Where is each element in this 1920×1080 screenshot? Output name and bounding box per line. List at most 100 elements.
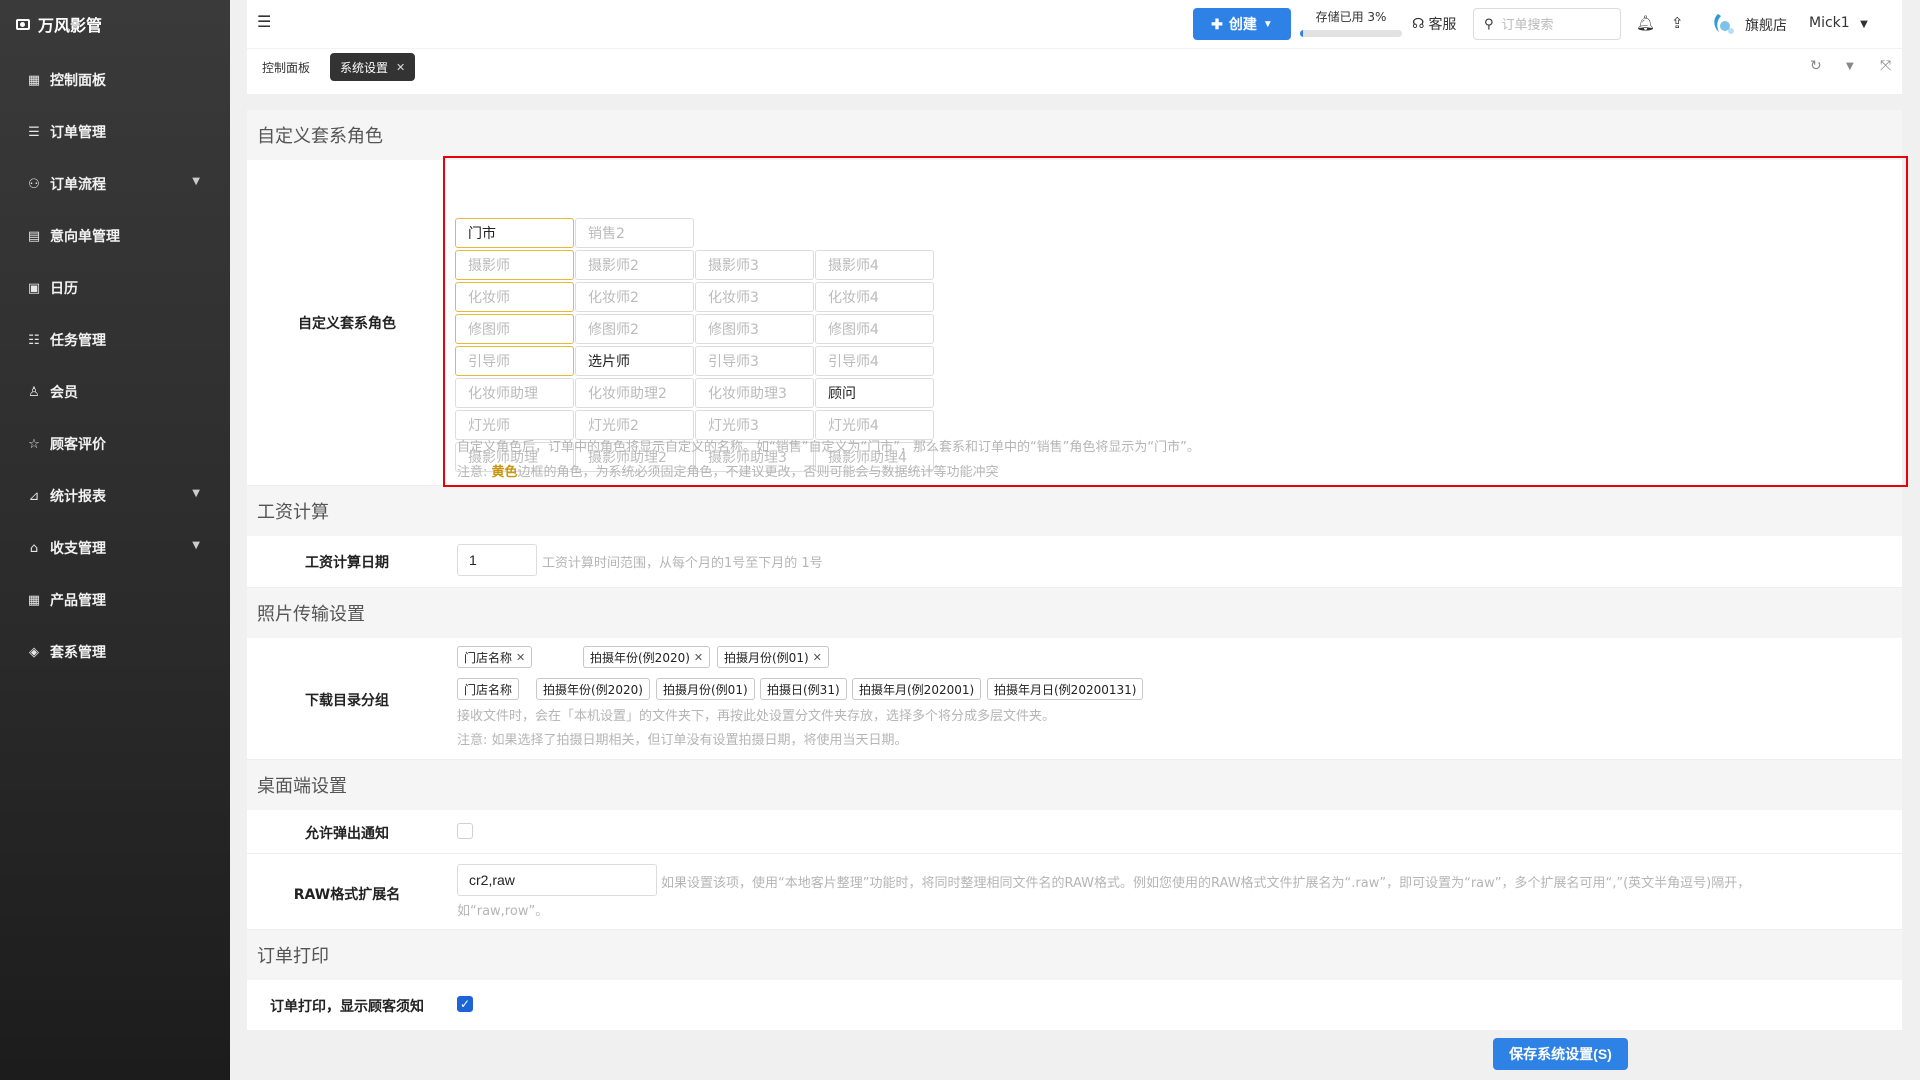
sidebar-item[interactable]: ☆ 顾客评价 (0, 418, 230, 470)
create-label: 创建 (1228, 16, 1257, 32)
chevron-down-icon: ▼ (192, 488, 200, 499)
sidebar-item[interactable]: ▦ 控制面板 (0, 54, 230, 106)
chevron-down-icon: ▼ (192, 176, 200, 187)
sidebar-item-label: 任务管理 (50, 333, 106, 349)
option-tag[interactable]: 拍摄年份(例2020) (536, 678, 650, 700)
plus-icon: ✚ (1211, 15, 1223, 32)
role-input[interactable]: 修图师3 (695, 314, 814, 344)
salary-hint: 工资计算时间范围，从每个月的1号至下月的 1号 (542, 556, 823, 571)
option-tag[interactable]: 门店名称 (457, 678, 520, 700)
order-search[interactable]: ⚲ (1473, 8, 1621, 40)
print-notice-checkbox[interactable]: ✓ (457, 996, 473, 1012)
raw-row: RAW格式扩展名 如果设置该项，使用“本地客片整理”功能时，将同时整理相同文件名… (247, 854, 1902, 930)
tab-system-settings[interactable]: 系统设置 ✕ (330, 53, 416, 81)
storage-label: 存储已用 3% (1315, 10, 1387, 24)
close-icon[interactable]: ✕ (396, 61, 405, 74)
tab-dashboard[interactable]: 控制面板 (252, 53, 320, 81)
role-input[interactable]: 顾问 (815, 378, 934, 408)
selected-tag[interactable]: 拍摄月份(例01) ✕ (717, 646, 829, 668)
document-icon: ▤ (27, 228, 41, 244)
salary-label: 工资计算日期 (305, 555, 389, 571)
settings-content: 自定义套系角色 自定义套系角色 门市 销售2 摄影师 摄影师2 摄影师3 摄影师4 化妆师化… (247, 110, 1902, 1030)
role-input[interactable]: 化妆师 (455, 282, 574, 312)
popup-row: 允许弹出通知 (247, 810, 1902, 854)
role-input[interactable]: 化妆师助理2 (575, 378, 694, 408)
role-input[interactable]: 摄影师2 (575, 250, 694, 280)
role-input[interactable]: 销售2 (575, 218, 694, 248)
storage-bar (1300, 30, 1402, 37)
role-input[interactable]: 修图师 (455, 314, 574, 344)
store-name[interactable]: 旗舰店 (1745, 15, 1787, 35)
roles-label: 自定义套系角色 (298, 316, 396, 332)
raw-hint-example: 如“raw,row”。 (457, 904, 549, 919)
refresh-icon[interactable]: ↻ (1810, 58, 1822, 74)
role-input[interactable]: 修图师2 (575, 314, 694, 344)
selected-tag[interactable]: 门店名称 ✕ (457, 646, 533, 668)
role-input[interactable]: 引导师 (455, 346, 574, 376)
star-icon: ☆ (28, 436, 40, 452)
popup-checkbox[interactable] (457, 823, 473, 839)
tab-bar: 控制面板 系统设置 ✕ ↻ ▼ ⤧ (247, 48, 1902, 94)
role-input[interactable]: 化妆师助理 (455, 378, 574, 408)
sidebar-item[interactable]: ♙ 会员 (0, 366, 230, 418)
flow-icon: ⚇ (28, 176, 40, 192)
sidebar-item[interactable]: ⌂ 收支管理 ▼ (0, 522, 230, 574)
sidebar-item-label: 控制面板 (50, 73, 106, 89)
brand[interactable]: 万风影管 (0, 0, 230, 48)
create-button[interactable]: ✚ 创建 ▼ (1193, 8, 1291, 40)
role-input[interactable]: 化妆师3 (695, 282, 814, 312)
raw-extension-input[interactable] (457, 864, 657, 896)
menu-toggle-icon[interactable]: ☰ (257, 14, 273, 30)
option-tag[interactable]: 拍摄月份(例01) (656, 678, 755, 700)
sidebar-item-label: 意向单管理 (50, 229, 120, 245)
bell-icon[interactable]: 🔔︎ (1636, 14, 1655, 32)
close-icon[interactable]: ✕ (694, 651, 703, 664)
store-logo (1714, 14, 1734, 34)
salary-date-input[interactable] (457, 544, 537, 576)
role-input[interactable]: 修图师4 (815, 314, 934, 344)
role-input[interactable]: 化妆师4 (815, 282, 934, 312)
user-menu[interactable]: Mick1 ▼ (1809, 15, 1868, 31)
role-input[interactable]: 引导师3 (695, 346, 814, 376)
sidebar-item[interactable]: ⊿ 统计报表 ▼ (0, 470, 230, 522)
role-input[interactable]: 摄影师4 (815, 250, 934, 280)
support-link[interactable]: ☊ 客服 (1412, 14, 1456, 34)
sidebar-item-label: 产品管理 (50, 593, 106, 609)
fullscreen-icon[interactable]: ⤧ (1880, 58, 1891, 74)
storage-fill (1300, 30, 1304, 37)
user-icon: ♙ (28, 384, 40, 400)
selected-tag[interactable]: 拍摄年份(例2020) ✕ (583, 646, 711, 668)
sidebar-item[interactable]: ⚇ 订单流程 ▼ (0, 158, 230, 210)
option-tag[interactable]: 拍摄年月(例202001) (852, 678, 982, 700)
photo-row: 下载目录分组 门店名称 ✕ 拍摄年份(例2020) ✕ 拍摄月份(例01) ✕ 门店名称拍… (247, 638, 1902, 760)
upload-icon[interactable]: ⇪ (1671, 14, 1684, 32)
close-icon[interactable]: ✕ (516, 651, 525, 664)
roles-hint: 自定义角色后，订单中的角色将显示自定义的名称。如“销售”自定义为“门市”，那么套… (457, 440, 1200, 455)
sidebar-item[interactable]: ☰ 订单管理 (0, 106, 230, 158)
sidebar-item[interactable]: ▣ 日历 (0, 262, 230, 314)
chevron-down-icon: ▼ (1262, 18, 1273, 30)
grid-icon: ▦ (27, 72, 41, 88)
option-tag[interactable]: 拍摄年月日(例20200131) (987, 678, 1144, 700)
role-input[interactable]: 摄影师 (455, 250, 574, 280)
sidebar-item[interactable]: ◈ 套系管理 (0, 626, 230, 678)
option-tag[interactable]: 拍摄日(例31) (760, 678, 847, 700)
role-input[interactable]: 引导师4 (815, 346, 934, 376)
chart-icon: ⊿ (28, 488, 40, 504)
role-input[interactable]: 摄影师3 (695, 250, 814, 280)
sidebar-item[interactable]: ▤ 意向单管理 (0, 210, 230, 262)
role-input[interactable]: 化妆师助理3 (695, 378, 814, 408)
sidebar-item[interactable]: ☷ 任务管理 (0, 314, 230, 366)
sidebar-item-label: 订单管理 (50, 125, 106, 141)
sidebar-item[interactable]: ▦ 产品管理 (0, 574, 230, 626)
role-input[interactable]: 门市 (455, 218, 574, 248)
role-input[interactable]: 选片师 (575, 346, 694, 376)
close-icon[interactable]: ✕ (813, 651, 822, 664)
chevron-down-icon[interactable]: ▼ (1846, 61, 1854, 72)
search-input[interactable] (1501, 16, 1602, 32)
role-input[interactable]: 化妆师2 (575, 282, 694, 312)
save-settings-button[interactable]: 保存系统设置(S) (1493, 1038, 1628, 1070)
sidebar-item-label: 订单流程 (50, 177, 106, 193)
bank-icon: ⌂ (29, 540, 39, 556)
roles-row: 自定义套系角色 门市 销售2 摄影师 摄影师2 摄影师3 摄影师4 化妆师 化妆师2 化妆师3 化… (247, 160, 1902, 486)
